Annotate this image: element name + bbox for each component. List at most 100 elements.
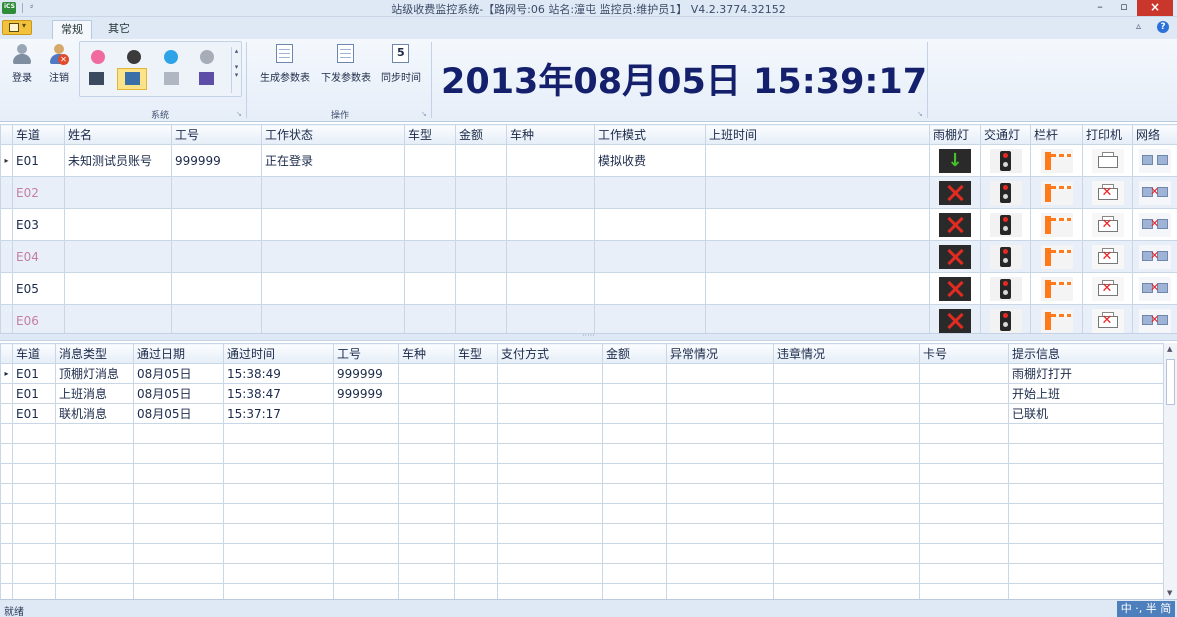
log-cell[interactable]	[55, 543, 134, 564]
log-cell[interactable]: 15:37:17	[223, 403, 334, 424]
lane-status-cell[interactable]	[929, 240, 981, 273]
log-cell[interactable]	[454, 543, 498, 564]
lane-cell-name[interactable]	[64, 272, 172, 305]
lane-cell-lane[interactable]: E02	[12, 176, 65, 209]
lane-cell-name[interactable]: 未知测试员账号	[64, 144, 172, 177]
logout-button[interactable]: ✕ 注销	[44, 43, 74, 84]
log-cell[interactable]	[398, 563, 455, 584]
column-header[interactable]: 通过日期	[133, 343, 224, 364]
log-cell[interactable]	[12, 443, 56, 464]
log-row[interactable]	[0, 523, 1164, 544]
row-selected-icon[interactable]: ▸	[0, 363, 13, 384]
log-vertical-scrollbar[interactable]: ▲ ▼	[1163, 343, 1177, 599]
row-indicator[interactable]	[0, 176, 13, 209]
log-cell[interactable]	[602, 403, 667, 424]
lane-cell-mode[interactable]	[594, 208, 706, 241]
log-cell[interactable]: 08月05日	[133, 403, 224, 424]
log-cell[interactable]	[454, 423, 498, 444]
log-cell[interactable]	[666, 523, 774, 544]
log-cell[interactable]	[497, 423, 603, 444]
log-cell[interactable]: 15:38:49	[223, 363, 334, 384]
scroll-up-icon[interactable]: ▲	[1167, 345, 1172, 353]
lane-cell-id[interactable]	[171, 304, 262, 337]
lane-cell-lane[interactable]: E01	[12, 144, 65, 177]
log-cell[interactable]	[333, 423, 399, 444]
lane-status-cell[interactable]: ✕	[1132, 176, 1177, 209]
column-header[interactable]: 打印机	[1082, 124, 1133, 145]
log-cell[interactable]	[398, 483, 455, 504]
log-cell[interactable]	[133, 563, 224, 584]
lane-row[interactable]: E02 ✕ ✕	[0, 176, 1177, 209]
maximize-button[interactable]: ▫	[1113, 0, 1135, 16]
column-header[interactable]: 违章情况	[773, 343, 920, 364]
log-cell[interactable]	[454, 463, 498, 484]
system-dark-icon[interactable]	[127, 50, 141, 64]
log-cell[interactable]: 顶棚灯消息	[55, 363, 134, 384]
log-cell[interactable]	[333, 443, 399, 464]
log-cell[interactable]	[133, 483, 224, 504]
log-cell[interactable]: E01	[12, 363, 56, 384]
log-row[interactable]	[0, 423, 1164, 444]
lane-cell-state[interactable]	[261, 240, 405, 273]
lane-status-cell[interactable]: ✕	[1082, 304, 1133, 337]
system-image-icon[interactable]	[199, 72, 214, 85]
log-cell[interactable]	[133, 423, 224, 444]
column-header[interactable]: 金额	[455, 124, 507, 145]
lane-cell-lane[interactable]: E03	[12, 208, 65, 241]
log-cell[interactable]	[1008, 563, 1164, 584]
lane-cell-state[interactable]	[261, 176, 405, 209]
log-cell[interactable]	[55, 563, 134, 584]
log-cell[interactable]	[1008, 543, 1164, 564]
group-system-launcher-icon[interactable]: ↘	[236, 110, 242, 118]
gallery-scroll[interactable]: ▴ ▾ ▾	[231, 47, 241, 93]
log-cell[interactable]	[1008, 503, 1164, 524]
log-cell[interactable]	[333, 503, 399, 524]
log-cell[interactable]	[133, 463, 224, 484]
log-cell[interactable]	[497, 463, 603, 484]
row-selected-icon[interactable]: ▸	[0, 144, 13, 177]
tab-other[interactable]: 其它	[100, 20, 138, 39]
log-cell[interactable]	[773, 523, 920, 544]
log-cell[interactable]	[12, 523, 56, 544]
column-header[interactable]: 金额	[602, 343, 667, 364]
log-cell[interactable]: 999999	[333, 383, 399, 404]
log-cell[interactable]	[398, 443, 455, 464]
lane-cell-vtype[interactable]	[404, 240, 456, 273]
lane-cell-mode[interactable]	[594, 176, 706, 209]
lane-cell-id[interactable]	[171, 176, 262, 209]
lane-status-cell[interactable]	[1030, 176, 1083, 209]
log-cell[interactable]	[497, 383, 603, 404]
log-cell[interactable]	[602, 423, 667, 444]
log-cell[interactable]	[773, 383, 920, 404]
log-cell[interactable]	[398, 423, 455, 444]
row-indicator[interactable]	[0, 443, 13, 464]
lane-status-cell[interactable]	[1132, 144, 1177, 177]
scroll-down-icon[interactable]: ▼	[1167, 589, 1172, 597]
log-cell[interactable]	[454, 443, 498, 464]
log-cell[interactable]	[497, 503, 603, 524]
lane-cell-lane[interactable]: E06	[12, 304, 65, 337]
lane-cell-vtype[interactable]	[404, 304, 456, 337]
log-cell[interactable]	[454, 483, 498, 504]
lane-status-cell[interactable]	[980, 272, 1031, 305]
column-header[interactable]: 交通灯	[980, 124, 1031, 145]
scroll-thumb[interactable]	[1166, 359, 1175, 405]
lane-cell-vclass[interactable]	[506, 144, 595, 177]
lane-cell-vclass[interactable]	[506, 208, 595, 241]
row-indicator[interactable]	[0, 304, 13, 337]
log-cell[interactable]	[666, 463, 774, 484]
lane-status-cell[interactable]	[980, 144, 1031, 177]
log-row[interactable]	[0, 483, 1164, 504]
log-row[interactable]	[0, 563, 1164, 584]
column-header[interactable]: 雨棚灯	[929, 124, 981, 145]
log-cell[interactable]: 已联机	[1008, 403, 1164, 424]
log-cell[interactable]	[497, 403, 603, 424]
log-cell[interactable]	[55, 423, 134, 444]
column-header[interactable]: 车型	[404, 124, 456, 145]
lane-cell-mode[interactable]	[594, 304, 706, 337]
log-cell[interactable]	[333, 403, 399, 424]
log-cell[interactable]	[55, 443, 134, 464]
column-header[interactable]: 上班时间	[705, 124, 930, 145]
log-cell[interactable]	[223, 503, 334, 524]
row-indicator[interactable]	[0, 483, 13, 504]
